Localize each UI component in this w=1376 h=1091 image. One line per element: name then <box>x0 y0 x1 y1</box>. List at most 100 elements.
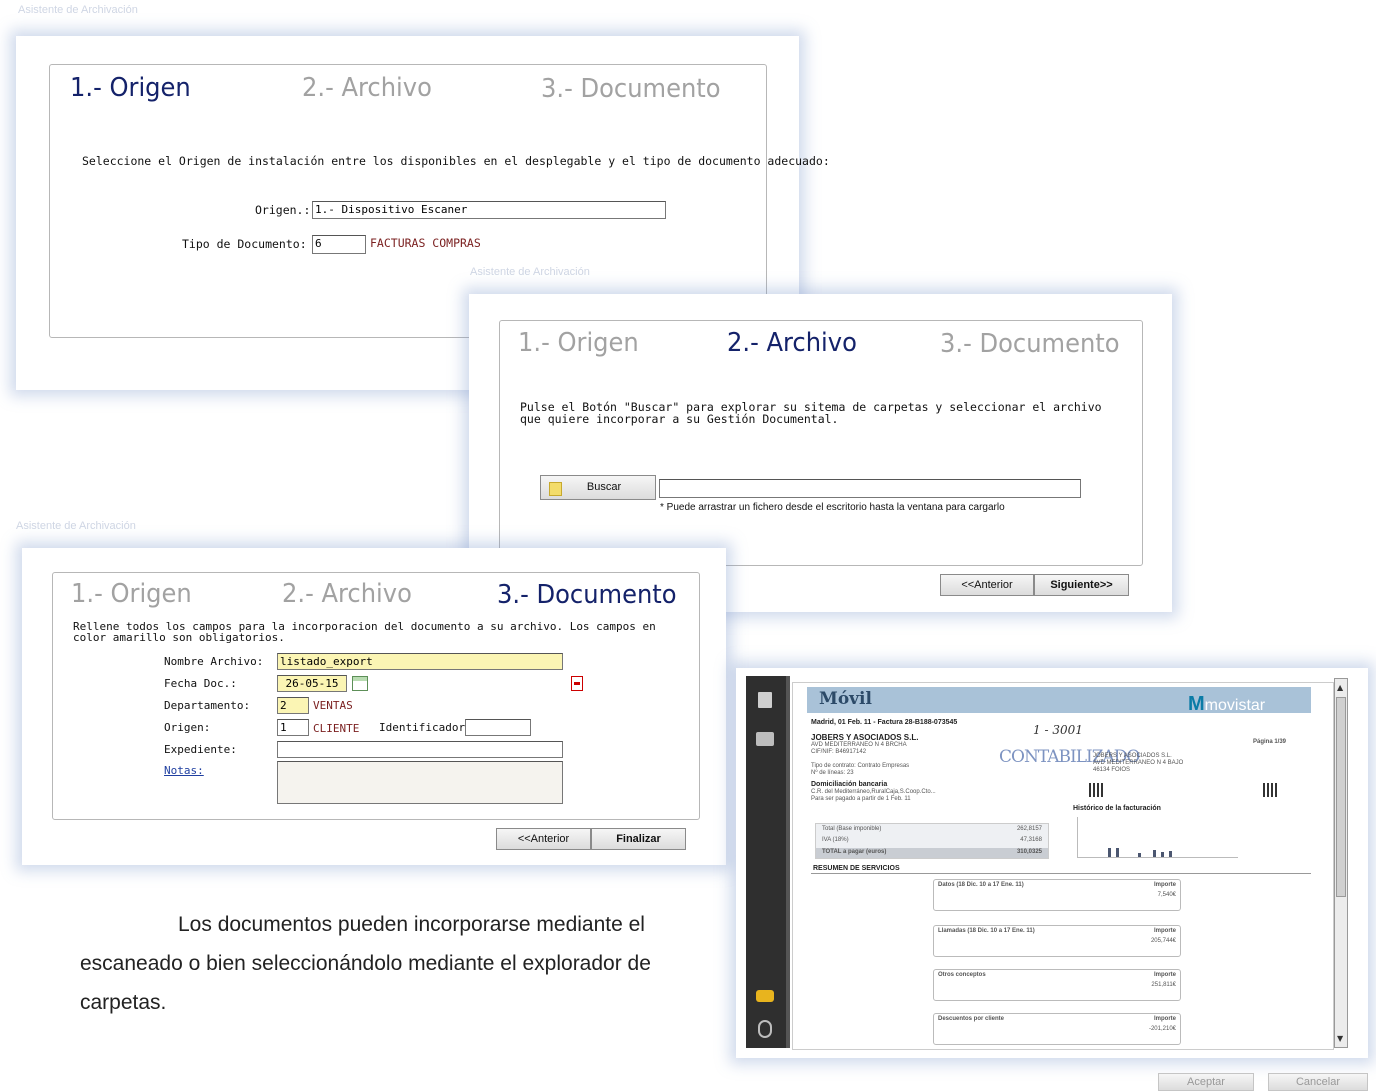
origen-input[interactable]: 1 <box>277 719 309 736</box>
scroll-up-icon[interactable]: ▲ <box>1337 683 1343 692</box>
doc-handwriting: 1 - 3001 <box>1033 723 1083 737</box>
binoculars-icon[interactable] <box>756 732 774 746</box>
doc-bank-title: Domiciliación bancaria <box>811 781 888 788</box>
viewer-sidebar <box>746 676 786 1048</box>
origen-label: Origen: <box>164 721 211 734</box>
comment-icon[interactable] <box>756 990 774 1002</box>
buscar-button[interactable]: Buscar <box>540 475 656 500</box>
folder-icon <box>549 482 562 496</box>
panel2-title: Asistente de Archivación <box>470 266 590 278</box>
section-value: 7,540€ <box>1157 892 1176 898</box>
step-archivo: 2.- Archivo <box>282 579 412 609</box>
panel3-title: Asistente de Archivación <box>16 520 136 532</box>
brand-logo: Mmovistar <box>1188 693 1266 715</box>
total-base-value: 262,8157 <box>1016 826 1042 832</box>
doc-recipient-addr: AVD MEDITERRANEO N 4 BAJO <box>1093 760 1184 766</box>
expediente-label: Expediente: <box>164 743 237 756</box>
section-col: Importe <box>1153 928 1176 934</box>
section-value: -201,210€ <box>1148 1026 1176 1032</box>
doc-title: Móvil <box>819 689 872 709</box>
section-title: Llamadas (18 Dic. 10 a 17 Ene. 11) <box>938 928 1035 934</box>
tipo-documento-desc: FACTURAS COMPRAS <box>370 236 481 250</box>
step-archivo: 2.- Archivo <box>302 73 432 103</box>
doc-recipient-name: JOBERS Y ASOCIADOS S.L. <box>1093 753 1172 759</box>
doc-lines: Nº de líneas: 23 <box>811 770 854 776</box>
brand-name: movistar <box>1204 697 1266 714</box>
pdf-icon[interactable] <box>571 676 583 691</box>
fecha-doc-input[interactable]: 26-05-15 <box>277 675 347 692</box>
departamento-label: Departamento: <box>164 699 251 712</box>
qr-icon <box>1263 783 1279 797</box>
tipo-documento-field[interactable]: 6 <box>312 235 366 254</box>
section-title: Datos (18 Dic. 10 a 17 Ene. 11) <box>938 882 1024 888</box>
doc-summary-title: RESUMEN DE SERVICIOS <box>813 865 900 872</box>
pages-icon[interactable] <box>758 692 772 708</box>
nombre-archivo-input[interactable]: listado_export <box>277 653 563 670</box>
doc-company: JOBERS Y ASOCIADOS S.L. <box>811 733 919 742</box>
section-col: Importe <box>1153 882 1176 888</box>
scroll-thumb[interactable] <box>1336 697 1346 897</box>
section-value: 251,811€ <box>1151 982 1176 988</box>
doc-section-descuentos: Descuentos por cliente Importe -201,210€ <box>933 1013 1181 1045</box>
origen-desc: CLIENTE <box>313 722 360 735</box>
fecha-doc-label: Fecha Doc.: <box>164 677 237 690</box>
wizard-frame: 1.- Origen 2.- Archivo 3.- Documento Pul… <box>499 320 1143 566</box>
doc-cif: CIF/NIF: B46917142 <box>811 749 867 755</box>
doc-contract: Tipo de contrato: Contrato Empresas <box>811 763 910 769</box>
buscar-label: Buscar <box>586 481 622 493</box>
step-origen: 1.- Origen <box>70 73 191 103</box>
instruction-text: Seleccione el Origen de instalación entr… <box>82 154 830 168</box>
total-base-label: Total (Base imponible) <box>822 826 882 832</box>
wizard-panel-documento: 1.- Origen 2.- Archivo 3.- Documento Rel… <box>22 548 726 865</box>
step-documento: 3.- Documento <box>541 74 721 104</box>
doc-history-chart <box>1077 817 1238 858</box>
step-documento: 3.- Documento <box>940 329 1120 359</box>
section-col: Importe <box>1153 972 1176 978</box>
viewer-scrollbar[interactable]: ▲ ▼ <box>1334 678 1348 1048</box>
doc-bank-line2: Para ser pagado a partir de 1 Feb. 11 <box>811 796 911 802</box>
total-iva-label: IVA (18%) <box>822 837 849 843</box>
attachment-icon[interactable] <box>758 1020 772 1038</box>
step-archivo: 2.- Archivo <box>727 328 857 358</box>
doc-totals-table: Total (Base imponible) 262,8157 IVA (18%… <box>815 823 1049 859</box>
aceptar-button[interactable]: Aceptar <box>1158 1073 1254 1091</box>
document-viewer-panel: Móvil Mmovistar Madrid, 01 Feb. 11 - Fac… <box>736 668 1368 1058</box>
anterior-button[interactable]: <<Anterior <box>940 574 1034 596</box>
origen-field[interactable]: 1.- Dispositivo Escaner <box>312 201 666 219</box>
section-col: Importe <box>1153 1016 1176 1022</box>
section-value: 205,744€ <box>1150 938 1176 944</box>
scroll-down-icon[interactable]: ▼ <box>1337 1034 1343 1043</box>
total-iva-value: 47,3168 <box>1020 837 1042 843</box>
file-path-input[interactable] <box>659 479 1081 498</box>
tipo-documento-label: Tipo de Documento: <box>182 237 307 251</box>
calendar-icon[interactable] <box>352 676 368 691</box>
total-pagar-label: TOTAL a pagar (euros) <box>822 849 887 855</box>
departamento-input[interactable]: 2 <box>277 697 309 714</box>
notas-textarea[interactable] <box>277 761 563 804</box>
finalizar-button[interactable]: Finalizar <box>591 828 686 850</box>
wizard-frame: 1.- Origen 2.- Archivo 3.- Documento Rel… <box>52 572 700 820</box>
nombre-archivo-label: Nombre Archivo: <box>164 655 264 668</box>
section-title: Otros conceptos <box>938 972 986 978</box>
notas-link[interactable]: Notas: <box>164 764 204 777</box>
drag-hint: * Puede arrastrar un fichero desde el es… <box>660 502 1005 513</box>
expediente-input[interactable] <box>277 741 563 758</box>
doc-recipient-city: 46134 FOIOS <box>1093 767 1131 773</box>
doc-header-line: Madrid, 01 Feb. 11 - Factura 28-B188-073… <box>811 719 958 726</box>
anterior-button[interactable]: <<Anterior <box>496 828 591 850</box>
siguiente-button[interactable]: Siguiente>> <box>1034 574 1129 596</box>
cancelar-button[interactable]: Cancelar <box>1268 1073 1368 1091</box>
identificador-label: Identificador: <box>379 721 472 734</box>
identificador-input[interactable] <box>465 719 531 736</box>
document-page: Móvil Mmovistar Madrid, 01 Feb. 11 - Fac… <box>792 682 1334 1050</box>
doc-section-llamadas: Llamadas (18 Dic. 10 a 17 Ene. 11) Impor… <box>933 925 1181 957</box>
step-origen: 1.- Origen <box>71 579 192 609</box>
doc-page-number: Página 1/39 <box>1253 739 1287 745</box>
step-origen: 1.- Origen <box>518 328 639 358</box>
step-documento: 3.- Documento <box>497 580 677 610</box>
instruction-text: Rellene todos los campos para la incorpo… <box>73 620 656 644</box>
section-title: Descuentos por cliente <box>938 1016 1005 1022</box>
doc-history-title: Histórico de la facturación <box>1073 805 1161 812</box>
caption-text: Los documentos pueden incorporarse media… <box>80 913 651 1014</box>
total-pagar-value: 310,0325 <box>1016 849 1042 855</box>
